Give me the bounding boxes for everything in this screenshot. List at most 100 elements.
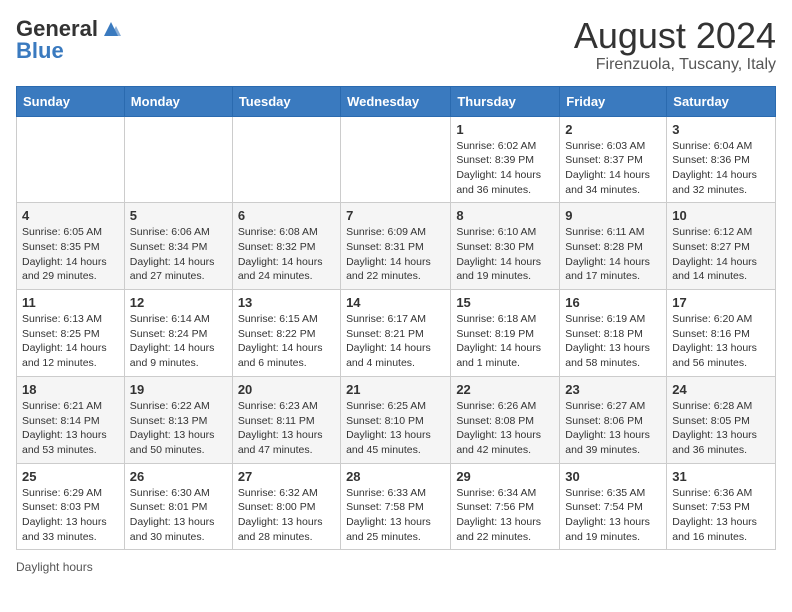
day-number: 15: [456, 295, 554, 310]
calendar-table: SundayMondayTuesdayWednesdayThursdayFrid…: [16, 86, 776, 551]
day-info: Sunrise: 6:25 AM Sunset: 8:10 PM Dayligh…: [346, 399, 445, 458]
calendar-week-3: 11 Sunrise: 6:13 AM Sunset: 8:25 PM Dayli…: [17, 290, 776, 377]
day-info: Sunrise: 6:29 AM Sunset: 8:03 PM Dayligh…: [22, 486, 119, 545]
calendar-cell: 5 Sunrise: 6:06 AM Sunset: 8:34 PM Daylig…: [124, 203, 232, 290]
calendar-week-1: 1 Sunrise: 6:02 AM Sunset: 8:39 PM Daylig…: [17, 116, 776, 203]
day-number: 6: [238, 208, 335, 223]
day-info: Sunrise: 6:36 AM Sunset: 7:53 PM Dayligh…: [672, 486, 770, 545]
day-info: Sunrise: 6:15 AM Sunset: 8:22 PM Dayligh…: [238, 312, 335, 371]
logo: General Blue: [16, 16, 122, 64]
logo-icon: [100, 18, 122, 40]
calendar-cell: 9 Sunrise: 6:11 AM Sunset: 8:28 PM Daylig…: [560, 203, 667, 290]
calendar-cell: 24 Sunrise: 6:28 AM Sunset: 8:05 PM Dayli…: [667, 376, 776, 463]
calendar-cell: [341, 116, 451, 203]
page-header: General Blue August 2024 Firenzuola, Tus…: [16, 16, 776, 74]
calendar-header-row: SundayMondayTuesdayWednesdayThursdayFrid…: [17, 86, 776, 116]
calendar-cell: 30 Sunrise: 6:35 AM Sunset: 7:54 PM Dayli…: [560, 463, 667, 550]
day-number: 16: [565, 295, 661, 310]
location-subtitle: Firenzuola, Tuscany, Italy: [574, 56, 776, 74]
calendar-cell: 21 Sunrise: 6:25 AM Sunset: 8:10 PM Dayli…: [341, 376, 451, 463]
calendar-cell: [124, 116, 232, 203]
day-info: Sunrise: 6:33 AM Sunset: 7:58 PM Dayligh…: [346, 486, 445, 545]
calendar-header-friday: Friday: [560, 86, 667, 116]
day-info: Sunrise: 6:32 AM Sunset: 8:00 PM Dayligh…: [238, 486, 335, 545]
day-number: 29: [456, 469, 554, 484]
day-number: 12: [130, 295, 227, 310]
day-info: Sunrise: 6:11 AM Sunset: 8:28 PM Dayligh…: [565, 225, 661, 284]
calendar-week-5: 25 Sunrise: 6:29 AM Sunset: 8:03 PM Dayli…: [17, 463, 776, 550]
day-number: 11: [22, 295, 119, 310]
day-info: Sunrise: 6:20 AM Sunset: 8:16 PM Dayligh…: [672, 312, 770, 371]
day-number: 30: [565, 469, 661, 484]
logo-blue: Blue: [16, 38, 64, 64]
calendar-header-thursday: Thursday: [451, 86, 560, 116]
day-number: 31: [672, 469, 770, 484]
calendar-cell: 31 Sunrise: 6:36 AM Sunset: 7:53 PM Dayli…: [667, 463, 776, 550]
day-number: 28: [346, 469, 445, 484]
day-number: 22: [456, 382, 554, 397]
calendar-header-saturday: Saturday: [667, 86, 776, 116]
day-number: 2: [565, 122, 661, 137]
calendar-cell: 14 Sunrise: 6:17 AM Sunset: 8:21 PM Dayli…: [341, 290, 451, 377]
month-title: August 2024: [574, 16, 776, 56]
calendar-cell: 25 Sunrise: 6:29 AM Sunset: 8:03 PM Dayli…: [17, 463, 125, 550]
calendar-cell: 20Sunrise: 6:23 AM Sunset: 8:11 PM Dayli…: [232, 376, 340, 463]
day-info: Sunrise: 6:30 AM Sunset: 8:01 PM Dayligh…: [130, 486, 227, 545]
calendar-week-4: 18 Sunrise: 6:21 AM Sunset: 8:14 PM Dayli…: [17, 376, 776, 463]
day-info: Sunrise: 6:02 AM Sunset: 8:39 PM Dayligh…: [456, 139, 554, 198]
calendar-cell: 29 Sunrise: 6:34 AM Sunset: 7:56 PM Dayli…: [451, 463, 560, 550]
day-number: 5: [130, 208, 227, 223]
calendar-cell: 12 Sunrise: 6:14 AM Sunset: 8:24 PM Dayli…: [124, 290, 232, 377]
day-info: Sunrise: 6:27 AM Sunset: 8:06 PM Dayligh…: [565, 399, 661, 458]
day-number: 3: [672, 122, 770, 137]
day-info: Sunrise: 6:34 AM Sunset: 7:56 PM Dayligh…: [456, 486, 554, 545]
calendar-cell: 13 Sunrise: 6:15 AM Sunset: 8:22 PM Dayli…: [232, 290, 340, 377]
calendar-cell: 8Sunrise: 6:10 AM Sunset: 8:30 PM Daylig…: [451, 203, 560, 290]
calendar-header-tuesday: Tuesday: [232, 86, 340, 116]
day-info: Sunrise: 6:18 AM Sunset: 8:19 PM Dayligh…: [456, 312, 554, 371]
calendar-cell: 23 Sunrise: 6:27 AM Sunset: 8:06 PM Dayli…: [560, 376, 667, 463]
day-info: Sunrise: 6:17 AM Sunset: 8:21 PM Dayligh…: [346, 312, 445, 371]
calendar-cell: 7Sunrise: 6:09 AM Sunset: 8:31 PM Daylig…: [341, 203, 451, 290]
calendar-cell: [232, 116, 340, 203]
calendar-cell: 15 Sunrise: 6:18 AM Sunset: 8:19 PM Dayli…: [451, 290, 560, 377]
calendar-cell: 10 Sunrise: 6:12 AM Sunset: 8:27 PM Dayli…: [667, 203, 776, 290]
day-info: Sunrise: 6:21 AM Sunset: 8:14 PM Dayligh…: [22, 399, 119, 458]
day-info: Sunrise: 6:06 AM Sunset: 8:34 PM Dayligh…: [130, 225, 227, 284]
day-number: 23: [565, 382, 661, 397]
calendar-cell: 3 Sunrise: 6:04 AM Sunset: 8:36 PM Daylig…: [667, 116, 776, 203]
calendar-cell: 1 Sunrise: 6:02 AM Sunset: 8:39 PM Daylig…: [451, 116, 560, 203]
calendar-cell: 26 Sunrise: 6:30 AM Sunset: 8:01 PM Dayli…: [124, 463, 232, 550]
calendar-cell: 2 Sunrise: 6:03 AM Sunset: 8:37 PM Daylig…: [560, 116, 667, 203]
day-info: Sunrise: 6:22 AM Sunset: 8:13 PM Dayligh…: [130, 399, 227, 458]
day-number: 10: [672, 208, 770, 223]
day-number: 13: [238, 295, 335, 310]
day-info: Sunrise: 6:26 AM Sunset: 8:08 PM Dayligh…: [456, 399, 554, 458]
day-number: 18: [22, 382, 119, 397]
day-number: 25: [22, 469, 119, 484]
calendar-cell: 27 Sunrise: 6:32 AM Sunset: 8:00 PM Dayli…: [232, 463, 340, 550]
day-number: 24: [672, 382, 770, 397]
day-info: Sunrise: 6:14 AM Sunset: 8:24 PM Dayligh…: [130, 312, 227, 371]
footer-note: Daylight hours: [16, 560, 776, 574]
day-number: 21: [346, 382, 445, 397]
day-number: 19: [130, 382, 227, 397]
day-number: 1: [456, 122, 554, 137]
day-number: 14: [346, 295, 445, 310]
calendar-cell: 22 Sunrise: 6:26 AM Sunset: 8:08 PM Dayli…: [451, 376, 560, 463]
day-info: Sunrise: 6:03 AM Sunset: 8:37 PM Dayligh…: [565, 139, 661, 198]
day-info: Sunrise: 6:13 AM Sunset: 8:25 PM Dayligh…: [22, 312, 119, 371]
day-info: Sunrise: 6:08 AM Sunset: 8:32 PM Dayligh…: [238, 225, 335, 284]
calendar-header-monday: Monday: [124, 86, 232, 116]
day-info: Sunrise: 6:28 AM Sunset: 8:05 PM Dayligh…: [672, 399, 770, 458]
day-info: Sunrise: 6:35 AM Sunset: 7:54 PM Dayligh…: [565, 486, 661, 545]
day-info: Sunrise: 6:04 AM Sunset: 8:36 PM Dayligh…: [672, 139, 770, 198]
day-number: 26: [130, 469, 227, 484]
day-info: Sunrise: 6:12 AM Sunset: 8:27 PM Dayligh…: [672, 225, 770, 284]
day-info: Sunrise: 6:05 AM Sunset: 8:35 PM Dayligh…: [22, 225, 119, 284]
calendar-cell: 6 Sunrise: 6:08 AM Sunset: 8:32 PM Daylig…: [232, 203, 340, 290]
day-number: 9: [565, 208, 661, 223]
day-number: 27: [238, 469, 335, 484]
calendar-cell: 17 Sunrise: 6:20 AM Sunset: 8:16 PM Dayli…: [667, 290, 776, 377]
day-number: 17: [672, 295, 770, 310]
